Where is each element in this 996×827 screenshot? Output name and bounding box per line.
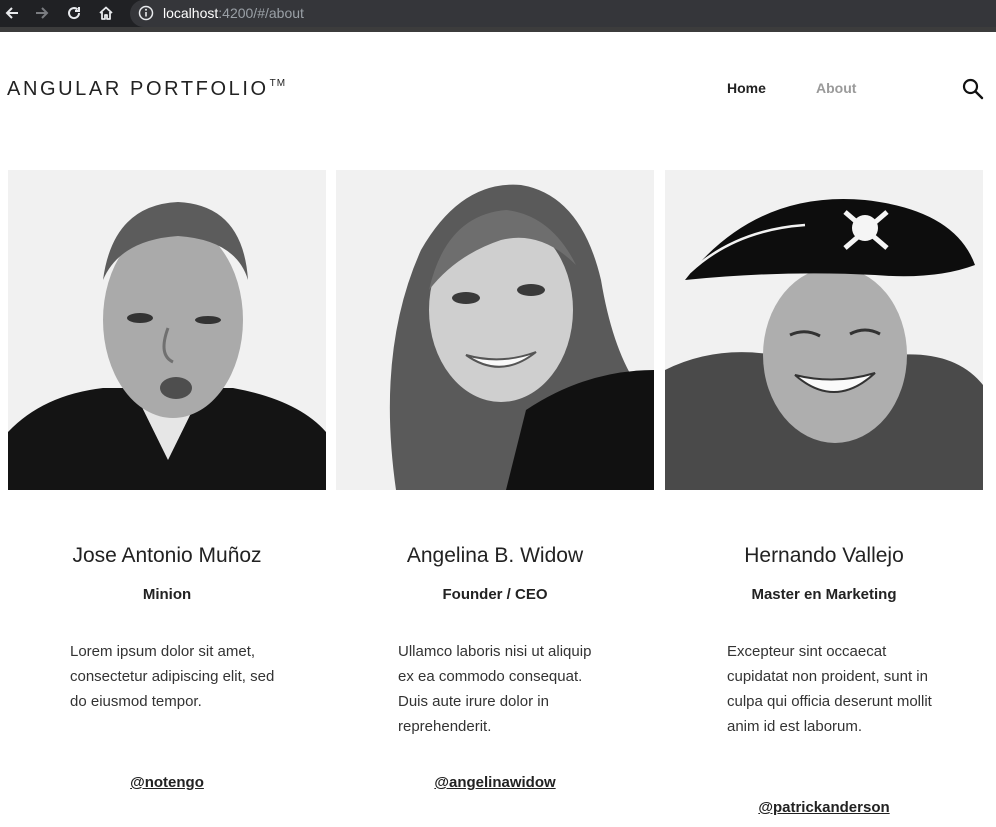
nav-about-link[interactable]: About xyxy=(816,80,856,96)
url-host: localhost xyxy=(163,5,219,21)
member-handle-link[interactable]: @notengo xyxy=(8,774,326,791)
team-photo-3 xyxy=(665,170,983,490)
browser-toolbar-divider xyxy=(0,27,996,32)
member-name: Jose Antonio Muñoz xyxy=(72,544,262,567)
member-role: Minion xyxy=(142,586,192,603)
member-name: Angelina B. Widow xyxy=(406,544,584,567)
member-bio: Ullamco laboris nisi ut aliquip ex ea co… xyxy=(398,643,592,735)
member-handle-link[interactable]: @patrickanderson xyxy=(665,799,983,816)
search-icon[interactable] xyxy=(962,78,984,100)
member-bio: Lorem ipsum dolor sit amet, consectetur … xyxy=(70,643,275,710)
back-arrow-icon[interactable] xyxy=(2,3,22,23)
member-role: Founder / CEO xyxy=(442,586,548,603)
logo-text: ANGULAR PORTFOLIO xyxy=(7,78,269,100)
forward-arrow-icon[interactable] xyxy=(32,3,52,23)
logo-trademark: TM xyxy=(269,78,287,89)
reload-icon[interactable] xyxy=(64,3,84,23)
url-path: :4200/#/about xyxy=(218,5,304,21)
member-handle-link[interactable]: @angelinawidow xyxy=(336,774,654,791)
nav-home-link[interactable]: Home xyxy=(727,80,766,96)
team-photo-2 xyxy=(336,170,654,490)
member-name: Hernando Vallejo xyxy=(744,544,904,567)
home-icon[interactable] xyxy=(96,3,116,23)
site-logo[interactable]: ANGULAR PORTFOLIOTM xyxy=(7,78,286,101)
member-role: Master en Marketing xyxy=(751,586,897,603)
info-icon[interactable] xyxy=(138,5,154,21)
member-bio: Excepteur sint occaecat cupidatat non pr… xyxy=(727,643,932,735)
team-photo-1 xyxy=(8,170,326,490)
url-text[interactable]: localhost:4200/#/about xyxy=(163,5,304,22)
